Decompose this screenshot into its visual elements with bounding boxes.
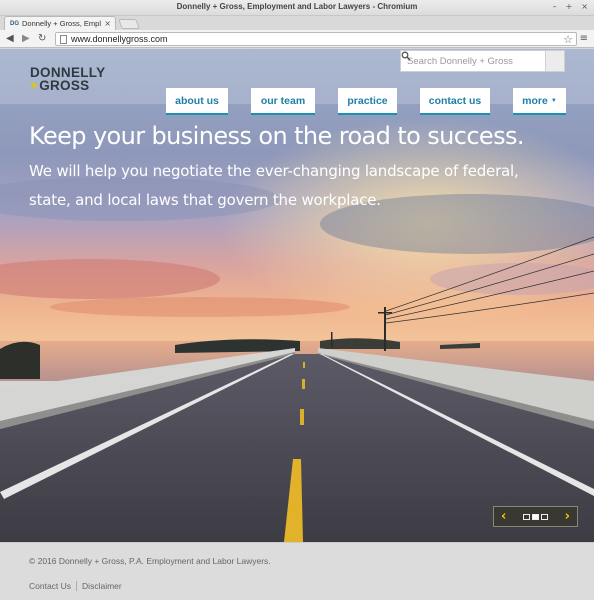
nav-our-team-label: our team: [260, 94, 306, 107]
browser-toolbar: ◀ ▶ ↻ www.donnellygross.com ☆ ≡: [0, 30, 594, 48]
nav-more-label: more: [522, 94, 548, 107]
tab-strip: DG Donnelly + Gross, Employ ×: [0, 16, 594, 30]
window-title: Donnelly + Gross, Employment and Labor L…: [176, 2, 418, 11]
browser-tab[interactable]: DG Donnelly + Gross, Employ ×: [4, 16, 116, 30]
site-logo[interactable]: DONNELLY +GROSS: [30, 66, 105, 93]
nav-practice-label: practice: [347, 94, 388, 107]
slider-next-icon[interactable]: ›: [565, 510, 570, 523]
search-input[interactable]: [401, 51, 545, 71]
star-icon[interactable]: ☆: [563, 33, 573, 46]
slider-dot-2[interactable]: [532, 513, 539, 520]
window-controls: – + ×: [553, 2, 588, 11]
search-icon: [401, 51, 411, 61]
slider-dot-1[interactable]: [523, 513, 530, 520]
footer-link-disclaimer[interactable]: Disclaimer: [82, 581, 122, 591]
hamburger-menu-icon[interactable]: ≡: [580, 33, 588, 44]
favicon-icon: DG: [10, 20, 19, 27]
site-search: [400, 50, 565, 72]
nav-contact-us[interactable]: contact us: [420, 88, 490, 115]
footer-link-divider: [76, 581, 78, 591]
nav-practice[interactable]: practice: [338, 88, 397, 115]
footer-links: Contact Us Disclaimer: [29, 581, 122, 591]
nav-contact-us-label: contact us: [428, 94, 482, 107]
logo-gross-text: GROSS: [39, 78, 90, 93]
hero-subtitle: We will help you negotiate the ever-chan…: [29, 162, 519, 209]
footer-link-contact-us[interactable]: Contact Us: [29, 581, 71, 591]
nav-about-us-label: about us: [175, 94, 219, 107]
minimize-icon[interactable]: –: [553, 2, 557, 11]
site-footer: © 2016 Donnelly + Gross, P.A. Employment…: [0, 542, 594, 600]
back-arrow-icon[interactable]: ◀: [6, 32, 14, 46]
page-icon: [60, 34, 67, 44]
forward-arrow-icon[interactable]: ▶: [22, 32, 30, 46]
slider-dot-3[interactable]: [541, 513, 548, 520]
tab-title: Donnelly + Gross, Employ: [22, 19, 102, 28]
reload-icon[interactable]: ↻: [38, 32, 46, 46]
page-viewport: DONNELLY +GROSS about us our team practi…: [0, 49, 594, 600]
nav-our-team[interactable]: our team: [251, 88, 315, 115]
search-button[interactable]: [401, 51, 564, 71]
address-bar[interactable]: www.donnellygross.com ☆: [55, 32, 577, 46]
browser-title-bar: Donnelly + Gross, Employment and Labor L…: [0, 0, 594, 16]
hero-title: Keep your business on the road to succes…: [29, 122, 525, 150]
logo-line-gross: +GROSS: [30, 78, 105, 93]
tab-close-icon[interactable]: ×: [104, 19, 111, 28]
close-window-icon[interactable]: ×: [581, 2, 588, 11]
copyright-text: © 2016 Donnelly + Gross, P.A. Employment…: [29, 556, 271, 566]
nav-about-us[interactable]: about us: [166, 88, 228, 115]
caret-down-icon: ▼: [550, 97, 557, 104]
logo-plus: +: [30, 78, 39, 93]
maximize-icon[interactable]: +: [566, 2, 573, 11]
hero-banner: DONNELLY +GROSS about us our team practi…: [0, 49, 594, 542]
new-tab-button[interactable]: [118, 19, 140, 29]
slider-dots: [523, 513, 548, 520]
url-text[interactable]: www.donnellygross.com: [71, 34, 563, 44]
nav-more-dropdown[interactable]: more ▼: [513, 88, 566, 115]
slider-prev-icon[interactable]: ‹: [501, 510, 506, 523]
slider-controls: ‹ ›: [493, 506, 578, 527]
